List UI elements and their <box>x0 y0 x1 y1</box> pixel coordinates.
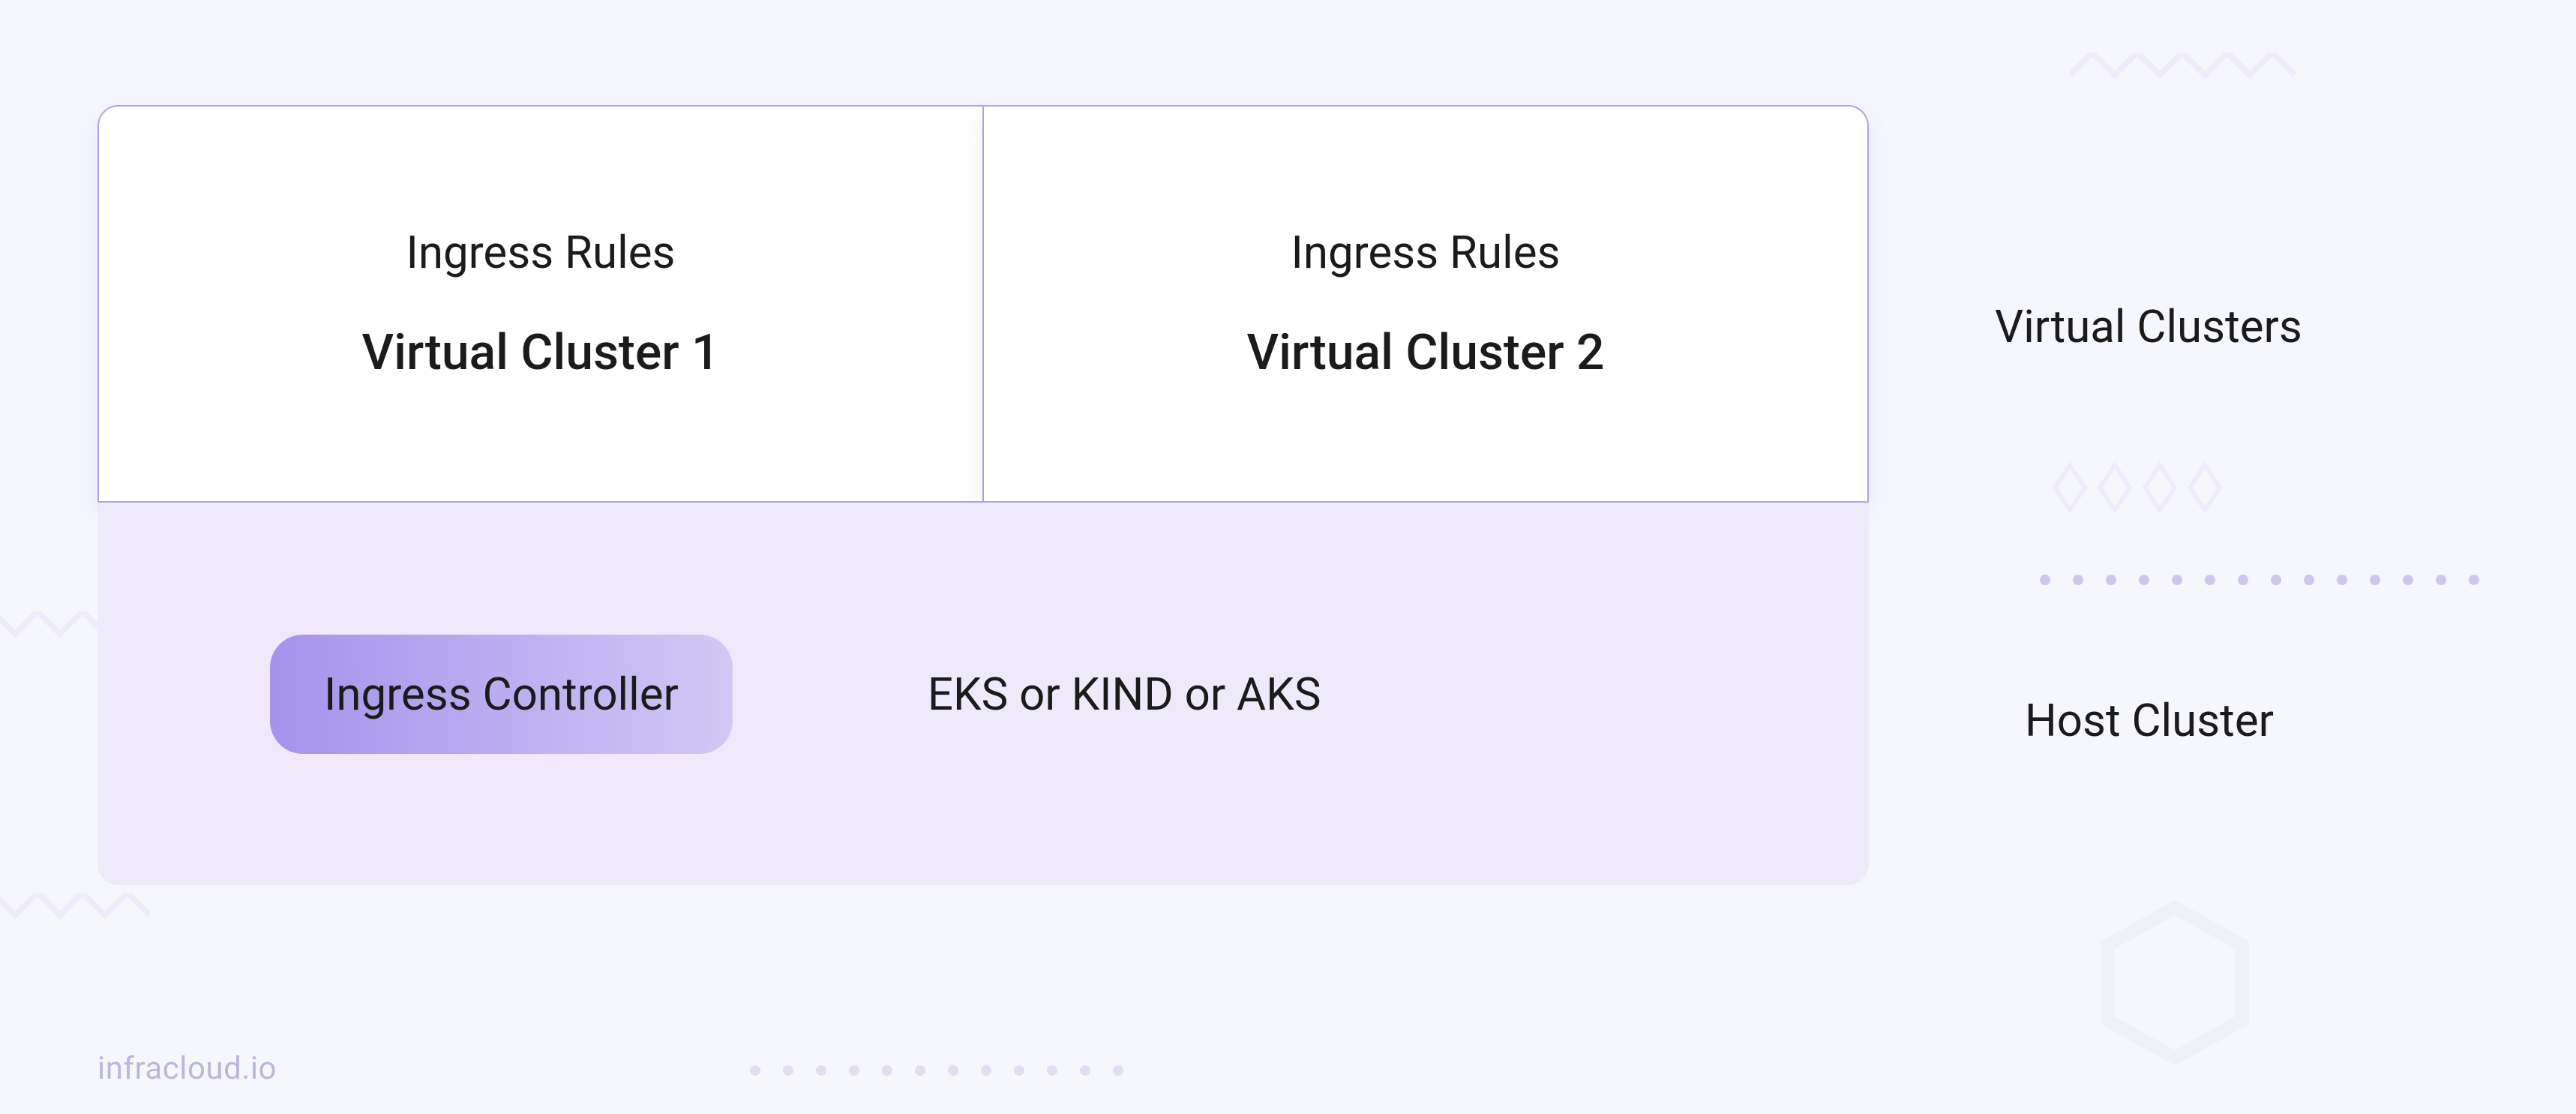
virtual-clusters-row: Ingress Rules Virtual Cluster 1 Ingress … <box>97 105 1869 503</box>
divider-dots <box>2040 575 2479 585</box>
ingress-controller-pill: Ingress Controller <box>270 635 733 754</box>
ingress-rules-label: Ingress Rules <box>406 226 676 279</box>
host-cluster-side-label: Host Cluster <box>2025 694 2274 747</box>
host-cluster-panel: Ingress Controller EKS or KIND or AKS <box>97 503 1869 885</box>
decoration-zigzag <box>2070 53 2310 98</box>
divider-dots <box>750 1065 1123 1076</box>
attribution-label: infracloud.io <box>97 1050 277 1087</box>
virtual-clusters-side-label: Virtual Clusters <box>1995 300 2302 353</box>
ingress-rules-label: Ingress Rules <box>1291 226 1561 279</box>
virtual-cluster-name: Virtual Cluster 1 <box>361 324 719 382</box>
virtual-cluster-box-2: Ingress Rules Virtual Cluster 2 <box>984 105 1869 503</box>
host-providers-label: EKS or KIND or AKS <box>928 668 1321 721</box>
decoration-diamonds <box>2040 458 2310 518</box>
diagram-canvas: Ingress Rules Virtual Cluster 1 Ingress … <box>0 0 2576 1114</box>
virtual-cluster-box-1: Ingress Rules Virtual Cluster 1 <box>97 105 984 503</box>
decoration-hexagon <box>2100 900 2250 1068</box>
decoration-zigzag <box>0 893 150 938</box>
virtual-cluster-name: Virtual Cluster 2 <box>1246 324 1604 382</box>
